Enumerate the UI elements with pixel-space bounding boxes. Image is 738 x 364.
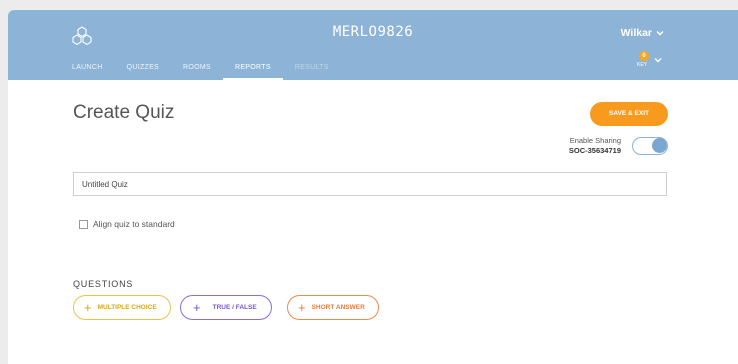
align-standard-checkbox[interactable] — [79, 219, 88, 229]
plus-icon: + — [84, 300, 92, 315]
toggle-knob — [652, 138, 667, 153]
multiple-choice-label: MULTIPLE CHOICE — [97, 304, 157, 311]
true-false-label: TRUE / FALSE — [212, 304, 257, 311]
app-card: MERLO9826 Wilkar LAUNCH QUIZZES ROOMS RE… — [8, 10, 738, 364]
save-exit-button[interactable]: SAVE & EXIT — [590, 102, 668, 126]
nav-rooms[interactable]: ROOMS — [171, 63, 223, 80]
add-multiple-choice-button[interactable]: + MULTIPLE CHOICE — [73, 295, 171, 320]
sharing-code: SOC-35634719 — [568, 146, 621, 155]
main-nav: LAUNCH QUIZZES ROOMS REPORTS RESULTS — [60, 63, 341, 80]
short-answer-label: SHORT ANSWER — [311, 304, 365, 311]
nav-quizzes[interactable]: QUIZZES — [115, 63, 171, 80]
plus-icon: + — [298, 300, 306, 315]
notifications-menu[interactable]: 0 KEY — [637, 51, 662, 68]
questions-heading: QUESTIONS — [73, 279, 134, 289]
align-standard-option[interactable]: Align quiz to standard — [79, 219, 175, 229]
page-title: Create Quiz — [73, 102, 175, 123]
sharing-toggle[interactable] — [632, 137, 668, 155]
add-short-answer-button[interactable]: + SHORT ANSWER — [287, 295, 379, 320]
logo-icon[interactable] — [71, 26, 93, 48]
chevron-down-icon — [656, 31, 664, 36]
nav-results[interactable]: RESULTS — [283, 63, 341, 80]
top-bar: MERLO9826 Wilkar LAUNCH QUIZZES ROOMS RE… — [8, 10, 738, 80]
chevron-down-icon — [654, 58, 662, 63]
notification-badge: 0 — [639, 51, 649, 61]
plus-icon: + — [193, 300, 201, 315]
notification-label: KEY — [637, 62, 648, 68]
align-standard-label: Align quiz to standard — [93, 219, 175, 229]
nav-reports[interactable]: REPORTS — [222, 63, 283, 80]
user-menu[interactable]: Wilkar — [621, 27, 664, 39]
nav-launch[interactable]: LAUNCH — [60, 63, 115, 80]
notification-icon: 0 KEY — [637, 51, 651, 68]
quiz-title-input[interactable] — [73, 172, 667, 196]
sharing-label: Enable Sharing — [569, 136, 621, 145]
username: Wilkar — [620, 27, 652, 39]
add-true-false-button[interactable]: + TRUE / FALSE — [180, 295, 272, 320]
